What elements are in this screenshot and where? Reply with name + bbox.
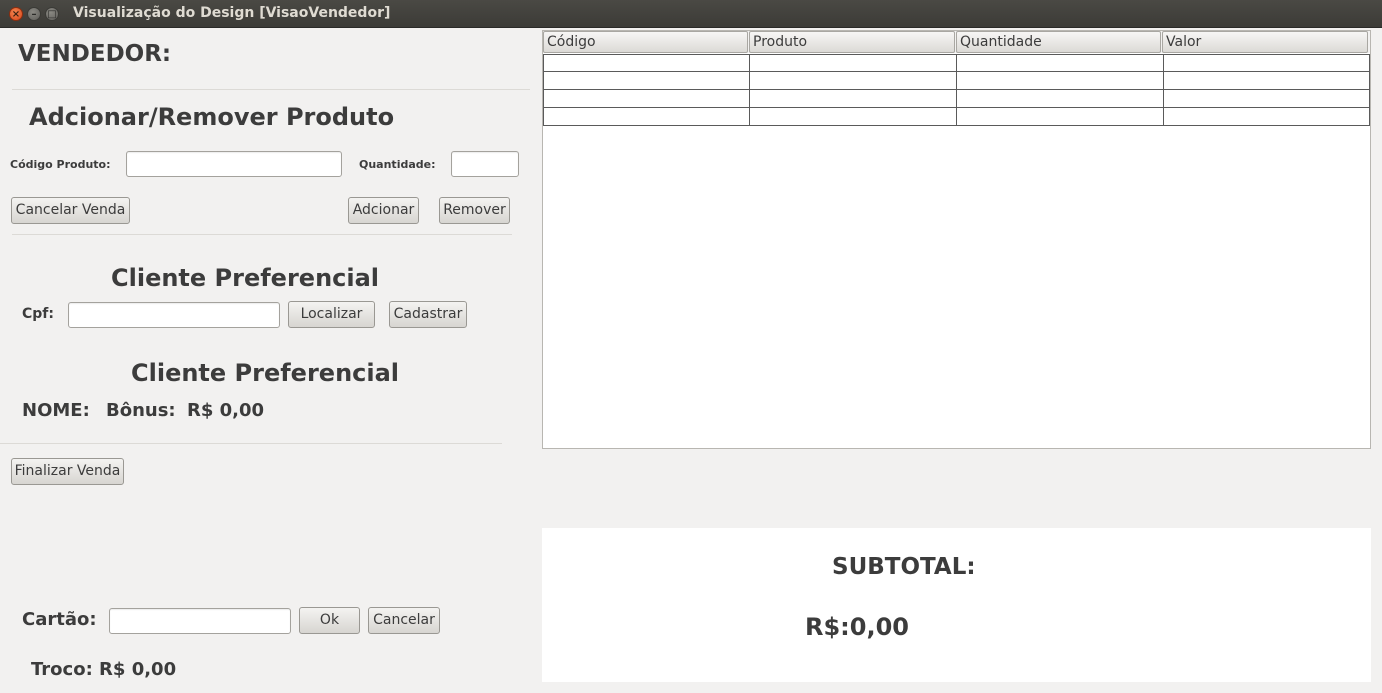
quantidade-label: Quantidade: [359, 158, 436, 171]
table-row[interactable] [543, 108, 1370, 126]
separator [12, 89, 530, 90]
cliente-info-title: Cliente Preferencial [131, 359, 400, 387]
maximize-window-icon[interactable]: □ [45, 7, 59, 21]
table-cell[interactable] [957, 72, 1164, 89]
table-row[interactable] [543, 90, 1370, 108]
troco-label: Troco: R$ 0,00 [31, 659, 177, 680]
table-cell[interactable] [957, 108, 1164, 125]
window-titlebar: × – □ Visualização do Design [VisaoVende… [0, 0, 1382, 28]
cancelar-venda-button[interactable]: Cancelar Venda [11, 197, 130, 224]
table-header: Código Produto Quantidade Valor [543, 31, 1370, 53]
quantidade-input[interactable] [451, 151, 519, 177]
table-cell[interactable] [1164, 55, 1370, 72]
cadastrar-button[interactable]: Cadastrar [389, 301, 467, 328]
table-cell[interactable] [543, 108, 750, 125]
table-row[interactable] [543, 72, 1370, 90]
adicionar-button[interactable]: Adcionar [348, 197, 419, 224]
finalizar-venda-button[interactable]: Finalizar Venda [11, 458, 124, 485]
minimize-window-icon[interactable]: – [27, 7, 41, 21]
column-header-valor[interactable]: Valor [1162, 31, 1368, 53]
subtotal-panel: SUBTOTAL: R$:0,00 [542, 528, 1371, 682]
table-cell[interactable] [957, 90, 1164, 107]
table-cell[interactable] [957, 55, 1164, 72]
table-cell[interactable] [543, 55, 750, 72]
separator [0, 443, 502, 444]
column-header-produto[interactable]: Produto [749, 31, 955, 53]
table-cell[interactable] [750, 55, 957, 72]
column-header-quantidade[interactable]: Quantidade [956, 31, 1161, 53]
table-body [543, 54, 1370, 126]
cliente-section-title: Cliente Preferencial [111, 264, 380, 292]
table-cell[interactable] [543, 90, 750, 107]
subtotal-value: R$:0,00 [805, 613, 909, 641]
separator [12, 234, 512, 235]
close-window-icon[interactable]: × [9, 7, 23, 21]
codigo-produto-input[interactable] [126, 151, 342, 177]
table-cell[interactable] [1164, 90, 1370, 107]
vendedor-label: VENDEDOR: [18, 41, 172, 67]
table-cell[interactable] [750, 72, 957, 89]
column-header-codigo[interactable]: Código [543, 31, 748, 53]
bonus-label: Bônus: [106, 400, 176, 421]
cpf-label: Cpf: [22, 306, 54, 322]
nome-label: NOME: [22, 400, 90, 421]
localizar-button[interactable]: Localizar [288, 301, 375, 328]
codigo-produto-label: Código Produto: [10, 158, 111, 171]
cartao-label: Cartão: [22, 609, 97, 630]
cancelar-button[interactable]: Cancelar [368, 607, 440, 634]
table-cell[interactable] [1164, 108, 1370, 125]
table-cell[interactable] [750, 108, 957, 125]
remover-button[interactable]: Remover [439, 197, 510, 224]
table-cell[interactable] [1164, 72, 1370, 89]
bonus-value: R$ 0,00 [187, 400, 265, 421]
products-table[interactable]: Código Produto Quantidade Valor [542, 30, 1371, 449]
table-cell[interactable] [543, 72, 750, 89]
table-row[interactable] [543, 54, 1370, 72]
window-title: Visualização do Design [VisaoVendedor] [73, 5, 391, 21]
produto-section-title: Adcionar/Remover Produto [29, 103, 395, 131]
cpf-input[interactable] [68, 302, 280, 328]
ok-button[interactable]: Ok [299, 607, 360, 634]
table-cell[interactable] [750, 90, 957, 107]
subtotal-label: SUBTOTAL: [832, 554, 976, 580]
cartao-input[interactable] [109, 608, 291, 634]
